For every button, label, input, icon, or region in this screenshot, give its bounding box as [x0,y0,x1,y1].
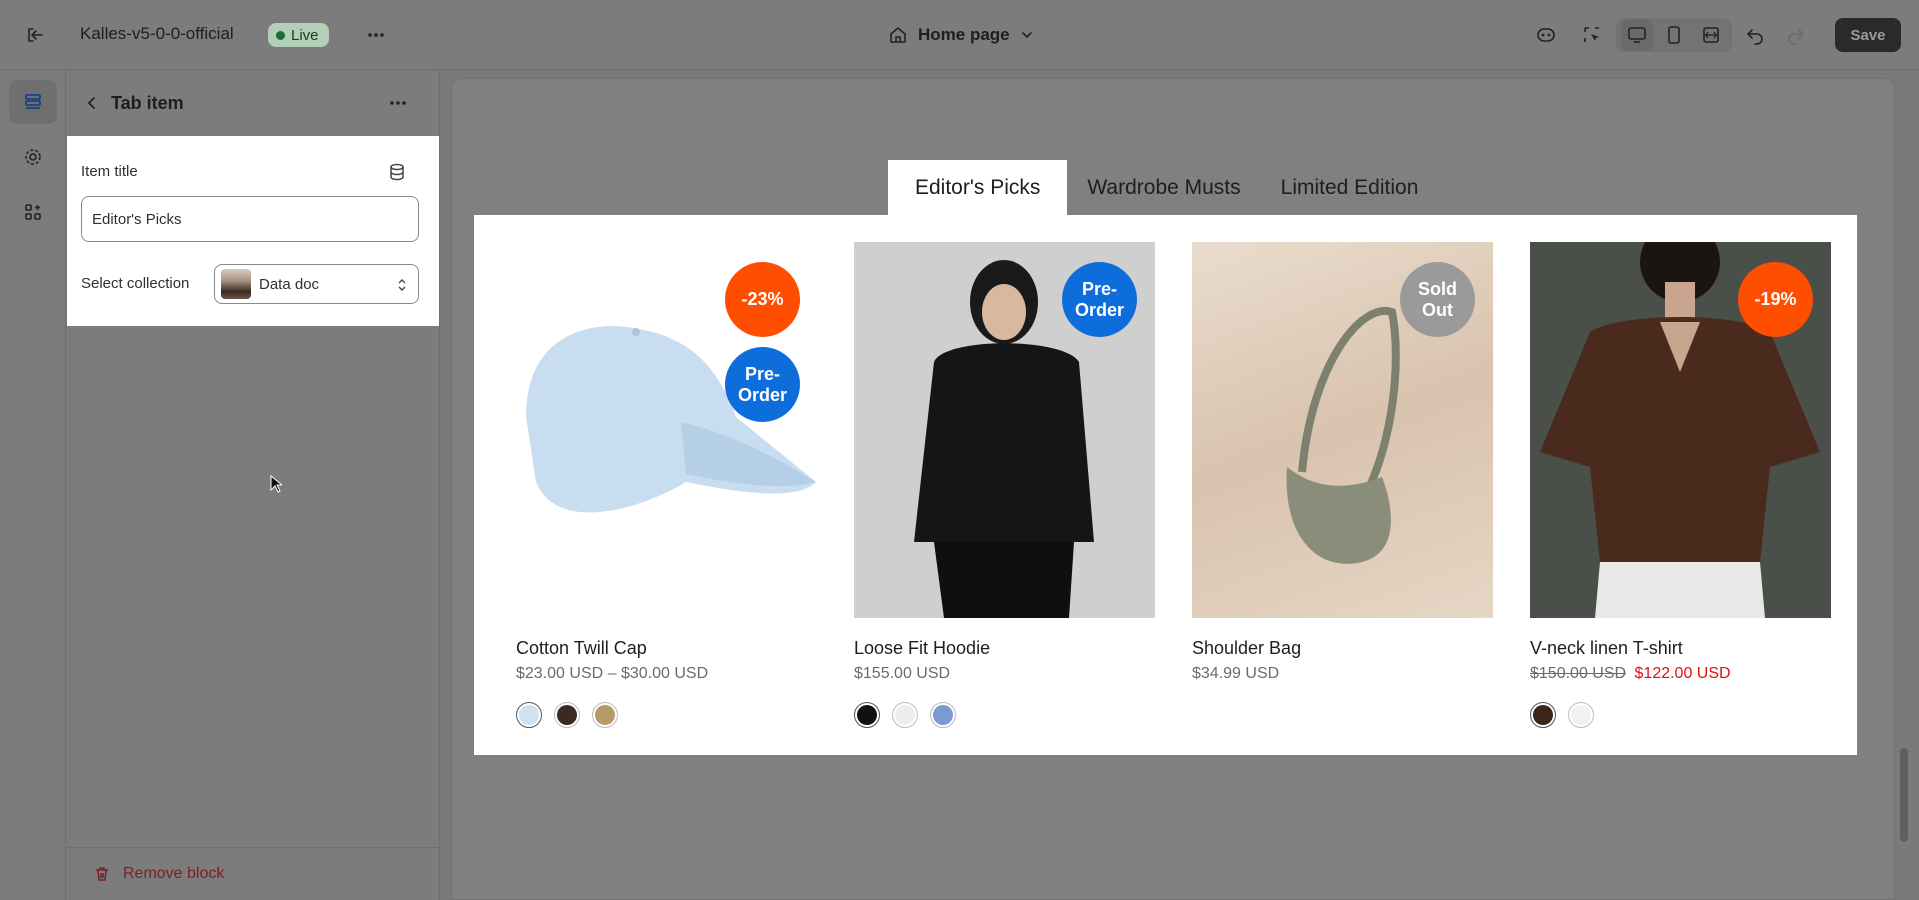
color-swatch[interactable] [1568,702,1594,728]
discount-badge: -19% [1738,262,1813,337]
page-selector-label: Home page [918,25,1010,44]
trash-icon [96,867,108,881]
apps-icon[interactable] [9,190,57,234]
sidebar-title: Tab item [111,93,184,113]
color-swatch[interactable] [892,702,918,728]
item-title-input[interactable]: Editor's Picks [81,196,419,242]
original-price: $150.00 USD [1530,665,1627,682]
color-swatch[interactable] [592,702,618,728]
desktop-view-icon[interactable] [1621,19,1653,51]
product-name[interactable]: Shoulder Bag [1192,638,1301,659]
full-width-view-icon[interactable] [1695,19,1727,51]
color-swatches [854,702,956,728]
dynamic-source-icon[interactable] [387,162,407,187]
collection-select-value: Data doc [259,275,320,293]
page-selector[interactable]: Home page [888,20,1034,50]
product-image[interactable]: -19% [1530,242,1831,618]
chevron-down-icon [1021,32,1032,39]
tab-editors-picks[interactable]: Editor's Picks [888,160,1068,215]
product-card[interactable]: Sold Out Shoulder Bag $34.99 USD [1192,242,1493,682]
left-rail [0,70,66,900]
live-dot-icon [276,30,285,40]
collection-thumbnail [221,269,251,299]
more-options-icon[interactable] [360,19,392,51]
select-arrows-icon [398,279,406,291]
inspector-icon[interactable] [1576,19,1608,51]
preorder-badge: Pre- Order [725,347,800,422]
ai-assistant-icon[interactable] [1530,19,1562,51]
sidebar-header: Tab item [67,70,440,136]
color-swatch[interactable] [930,702,956,728]
product-price: $23.00 USD – $30.00 USD [516,665,709,682]
color-swatches [516,702,618,728]
color-swatch[interactable] [1530,702,1556,728]
product-price: $34.99 USD [1192,665,1280,682]
save-button[interactable]: Save [1835,18,1901,52]
store-name: Kalles-v5-0-0-official [80,24,234,43]
select-collection-label: Select collection [81,275,190,292]
product-price: $155.00 USD [854,665,951,682]
top-bar: Kalles-v5-0-0-official Live Home page Sa… [0,0,1919,70]
product-card[interactable]: -19% V-neck linen T-shirt $150.00 USD $1… [1530,242,1831,728]
block-more-options-icon[interactable] [383,88,413,118]
mobile-view-icon[interactable] [1658,19,1690,51]
product-image[interactable]: Pre- Order [854,242,1155,618]
product-grid: -23% Pre- Order Cotton Twill Cap $23.00 … [474,215,1857,755]
remove-block-label: Remove block [123,865,225,882]
product-price: $150.00 USD $122.00 USD [1530,665,1731,683]
color-swatch[interactable] [854,702,880,728]
undo-icon[interactable] [1739,19,1771,51]
product-tabs: Editor's Picks Wardrobe Musts Limited Ed… [888,160,1438,215]
settings-gear-icon[interactable] [9,135,57,179]
product-image[interactable]: Sold Out [1192,242,1493,618]
product-name[interactable]: V-neck linen T-shirt [1530,638,1683,659]
product-image[interactable]: -23% Pre- Order [516,242,817,618]
tab-limited-edition[interactable]: Limited Edition [1261,160,1439,215]
remove-block-button[interactable]: Remove block [67,847,440,900]
sale-price: $122.00 USD [1634,665,1731,682]
item-title-label: Item title [81,163,138,180]
back-arrow-icon[interactable] [77,88,107,118]
mouse-cursor-icon [270,474,284,498]
product-card[interactable]: -23% Pre- Order Cotton Twill Cap $23.00 … [516,242,817,728]
discount-badge: -23% [725,262,800,337]
status-badge-label: Live [291,26,319,44]
home-icon [890,27,906,43]
color-swatch[interactable] [516,702,542,728]
collection-select[interactable]: Data doc [214,264,419,304]
color-swatches [1530,702,1594,728]
product-card[interactable]: Pre- Order Loose Fit Hoodie $155.00 USD [854,242,1155,728]
product-name[interactable]: Loose Fit Hoodie [854,638,990,659]
product-name[interactable]: Cotton Twill Cap [516,638,647,659]
redo-icon[interactable] [1780,19,1812,51]
tab-wardrobe-musts[interactable]: Wardrobe Musts [1067,160,1260,215]
status-badge: Live [268,23,329,47]
exit-icon[interactable] [19,19,51,51]
preview-scrollbar[interactable] [1900,748,1908,842]
settings-sidebar: Tab item Item title Editor's Picks Selec… [67,70,440,900]
sections-icon[interactable] [9,80,57,124]
sold-out-badge: Sold Out [1400,262,1475,337]
preorder-badge: Pre- Order [1062,262,1137,337]
color-swatch[interactable] [554,702,580,728]
tab-item-settings-panel: Item title Editor's Picks Select collect… [67,136,439,326]
